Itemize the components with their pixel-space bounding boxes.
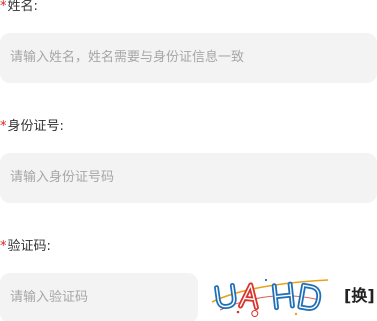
required-mark: * [0,239,7,254]
captcha-input-placeholder: 请输入验证码 [10,290,89,305]
name-input[interactable]: 请输入姓名，姓名需要与身份证信息一致 [0,33,377,83]
captcha-image[interactable] [210,274,330,318]
name-label-text: 姓名: [7,0,38,14]
captcha-image-art [211,278,329,318]
id-number-input-placeholder: 请输入身份证号码 [10,170,115,185]
required-mark: * [0,0,7,14]
captcha-input[interactable]: 请输入验证码 [0,273,198,321]
required-mark: * [0,119,7,134]
captcha-label-text: 验证码: [7,239,51,254]
name-input-placeholder: 请输入姓名，姓名需要与身份证信息一致 [10,50,245,65]
name-label: *姓名: [0,0,38,15]
captcha-refresh-button[interactable]: [换] [344,285,375,307]
id-number-label-text: 身份证号: [7,119,64,134]
captcha-label: *验证码: [0,239,51,255]
id-number-input[interactable]: 请输入身份证号码 [0,153,377,203]
id-number-label: *身份证号: [0,119,64,135]
verification-form: *姓名: 请输入姓名，姓名需要与身份证信息一致 *身份证号: 请输入身份证号码 … [0,0,377,321]
